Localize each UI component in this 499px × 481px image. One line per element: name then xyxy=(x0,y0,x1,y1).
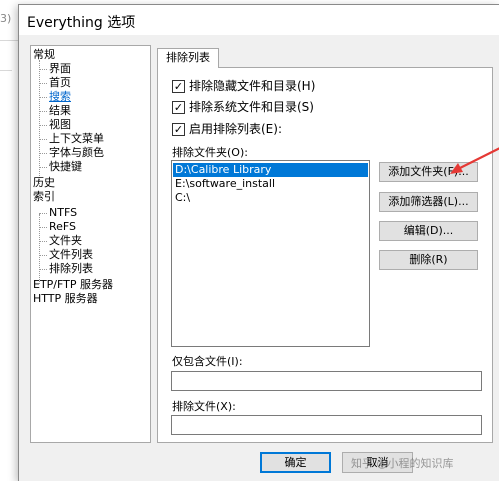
watermark-text: 知乎 @小程的知识库 xyxy=(351,457,454,470)
ok-button[interactable]: 确定 xyxy=(260,452,331,473)
list-item[interactable]: E:\software_install xyxy=(173,177,368,191)
exclude-system-checkbox[interactable]: ✓ xyxy=(172,101,185,114)
settings-tree[interactable]: 常规 界面 首页 搜索 结果 视图 上下文菜单 字体与颜色 快捷键 历史 索引 … xyxy=(30,45,151,443)
exclude-files-label: 排除文件(X): xyxy=(172,400,236,413)
list-item[interactable]: C:\ xyxy=(173,191,368,205)
add-filter-button[interactable]: 添加筛选器(L)... xyxy=(379,192,478,212)
exclude-folders-label: 排除文件夹(O): xyxy=(172,146,248,159)
exclude-system-label: 排除系统文件和目录(S) xyxy=(189,100,314,114)
options-dialog: Everything 选项 常规 界面 首页 搜索 结果 视图 上下文菜单 字体… xyxy=(18,4,499,481)
enable-exclude-label: 启用排除列表(E): xyxy=(189,122,282,136)
delete-button[interactable]: 删除(R) xyxy=(379,250,478,270)
background-divider-2 xyxy=(0,70,12,71)
exclude-hidden-label: 排除隐藏文件和目录(H) xyxy=(189,79,316,93)
list-item[interactable]: D:\Calibre Library xyxy=(173,163,368,177)
include-only-files-input[interactable] xyxy=(171,371,482,391)
include-only-files-label: 仅包含文件(I): xyxy=(172,355,243,368)
edit-button[interactable]: 编辑(D)... xyxy=(379,221,478,241)
tree-connector-index xyxy=(39,214,40,284)
exclude-list-panel: ✓ 排除隐藏文件和目录(H) ✓ 排除系统文件和目录(S) ✓ 启用排除列表(E… xyxy=(157,67,499,443)
exclude-folders-list[interactable]: D:\Calibre Library E:\software_install C… xyxy=(171,160,370,347)
exclude-hidden-checkbox[interactable]: ✓ xyxy=(172,80,185,93)
background-text-fragment: 3) xyxy=(0,12,12,25)
window-title: Everything 选项 xyxy=(27,15,136,31)
title-bar[interactable]: Everything 选项 xyxy=(19,5,499,35)
red-arrow-icon xyxy=(450,147,499,174)
exclude-files-input[interactable] xyxy=(171,415,482,435)
enable-exclude-checkbox[interactable]: ✓ xyxy=(172,123,185,136)
tab-exclude-list[interactable]: 排除列表 xyxy=(157,48,219,68)
background-divider xyxy=(0,40,18,41)
